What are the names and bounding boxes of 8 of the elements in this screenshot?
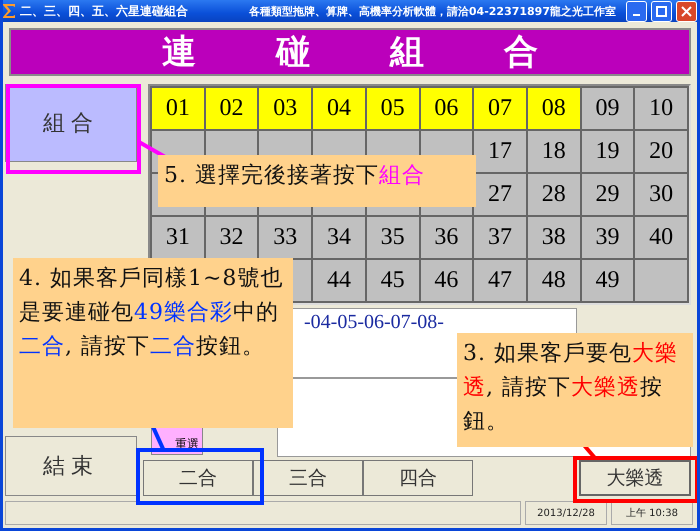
window-tagline: 各種類型拖牌、算牌、高機率分析軟體，請洽04-22371897龍之光工作室 [248,4,616,18]
window-title: 二、三、四、五、六星連碰組合 [20,2,188,20]
instruction-tooltip: 5. 選擇完後接著按下組合 [158,155,476,207]
status-date: 2013/12/28 [525,501,607,525]
instruction-tooltip: 4. 如果客戶同樣1~8號也是要連碰包49樂合彩中的 二合, 請按下二合按鈕。 [13,258,293,428]
banner-title: 連碰組合 [162,31,618,74]
instruction-tooltip: 3. 如果客戶要包大樂透, 請按下大樂透按鈕。 [457,333,693,447]
status-time: 上午 10:38 [611,501,693,525]
